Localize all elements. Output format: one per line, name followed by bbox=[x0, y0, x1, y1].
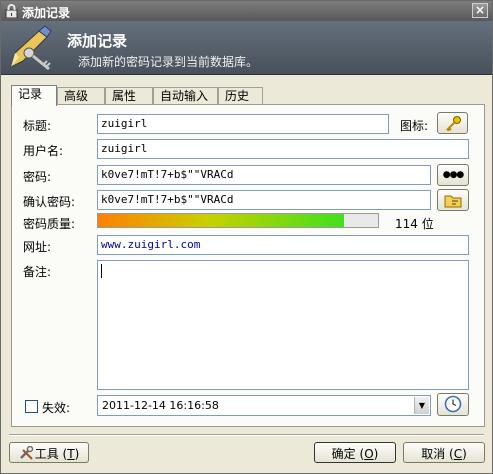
entry-tab-panel: 标题: zuigirl 图标: 用户名: zuigirl 密码: k0ve7!m… bbox=[11, 104, 485, 427]
tab-advanced[interactable]: 高级 bbox=[57, 87, 105, 105]
confirm-password-field[interactable]: k0ve7!mT!7+b$""VRACd bbox=[97, 190, 431, 210]
url-label: 网址: bbox=[23, 240, 52, 254]
text-caret bbox=[101, 264, 102, 278]
confirm-password-label: 确认密码: bbox=[23, 195, 76, 209]
url-field[interactable]: www.zuigirl.com bbox=[97, 235, 469, 255]
password-quality-bar bbox=[97, 213, 379, 228]
ok-hotkey: O bbox=[364, 447, 374, 461]
cancel-label: 取消 bbox=[421, 447, 446, 461]
ok-label: 确定 bbox=[331, 447, 356, 461]
notes-label: 备注: bbox=[23, 265, 52, 279]
window-title: 添加记录 bbox=[22, 6, 71, 20]
password-quality-fill bbox=[98, 214, 345, 227]
tab-properties[interactable]: 属性 bbox=[105, 87, 153, 105]
chevron-down-icon[interactable]: ▼ bbox=[414, 397, 429, 414]
tools-button[interactable]: 工具 (T) bbox=[9, 442, 89, 463]
expiry-presets-button[interactable] bbox=[437, 393, 469, 416]
title-field[interactable]: zuigirl bbox=[97, 114, 389, 134]
add-entry-dialog: 添加记录 × 添加记录 添加新的密码记录到当前数据库。 记录 高级 属性 自动输… bbox=[0, 0, 493, 474]
tools-hotkey: T bbox=[67, 447, 75, 461]
generator-icon bbox=[444, 195, 462, 208]
cancel-button[interactable]: 取消 (C) bbox=[403, 442, 485, 463]
expiry-datetime-field[interactable]: 2011-12-14 16:16:58 ▼ bbox=[97, 395, 431, 416]
expires-label: 失效: bbox=[42, 401, 71, 415]
icon-picker-button[interactable] bbox=[437, 112, 468, 134]
username-field[interactable]: zuigirl bbox=[97, 139, 469, 159]
key-icon bbox=[445, 116, 461, 132]
password-generator-button[interactable] bbox=[437, 189, 469, 211]
quality-bits: 114 位 bbox=[395, 217, 434, 231]
icon-label: 图标: bbox=[400, 119, 429, 133]
username-label: 用户名: bbox=[23, 144, 64, 158]
expiry-datetime-value: 2011-12-14 16:16:58 bbox=[102, 399, 219, 412]
key-pen-icon bbox=[10, 25, 52, 71]
tab-auto-type[interactable]: 自动输入 bbox=[153, 87, 218, 105]
ok-button[interactable]: 确定 (O) bbox=[314, 442, 396, 463]
expires-checkbox[interactable] bbox=[25, 400, 38, 413]
tools-icon bbox=[19, 445, 33, 460]
footer-separator bbox=[9, 434, 484, 436]
clock-icon bbox=[444, 395, 462, 413]
cancel-hotkey: C bbox=[453, 447, 463, 461]
tools-label: 工具 bbox=[34, 447, 59, 461]
reveal-password-button[interactable]: ●●● bbox=[437, 164, 469, 186]
quality-label: 密码质量: bbox=[23, 217, 76, 231]
tab-history[interactable]: 历史 bbox=[218, 87, 263, 105]
title-bar[interactable]: 添加记录 × bbox=[1, 1, 492, 21]
password-label: 密码: bbox=[23, 170, 52, 184]
tab-entry[interactable]: 记录 bbox=[11, 85, 57, 106]
banner-heading: 添加记录 bbox=[67, 32, 128, 50]
password-field[interactable]: k0ve7!mT!7+b$""VRACd bbox=[97, 165, 431, 185]
banner-description: 添加新的密码记录到当前数据库。 bbox=[78, 55, 259, 69]
header-banner: 添加记录 添加新的密码记录到当前数据库。 bbox=[1, 21, 492, 75]
lock-icon bbox=[5, 4, 18, 18]
title-label: 标题: bbox=[23, 119, 52, 133]
close-button[interactable]: × bbox=[472, 3, 488, 18]
notes-textarea[interactable] bbox=[97, 260, 469, 390]
